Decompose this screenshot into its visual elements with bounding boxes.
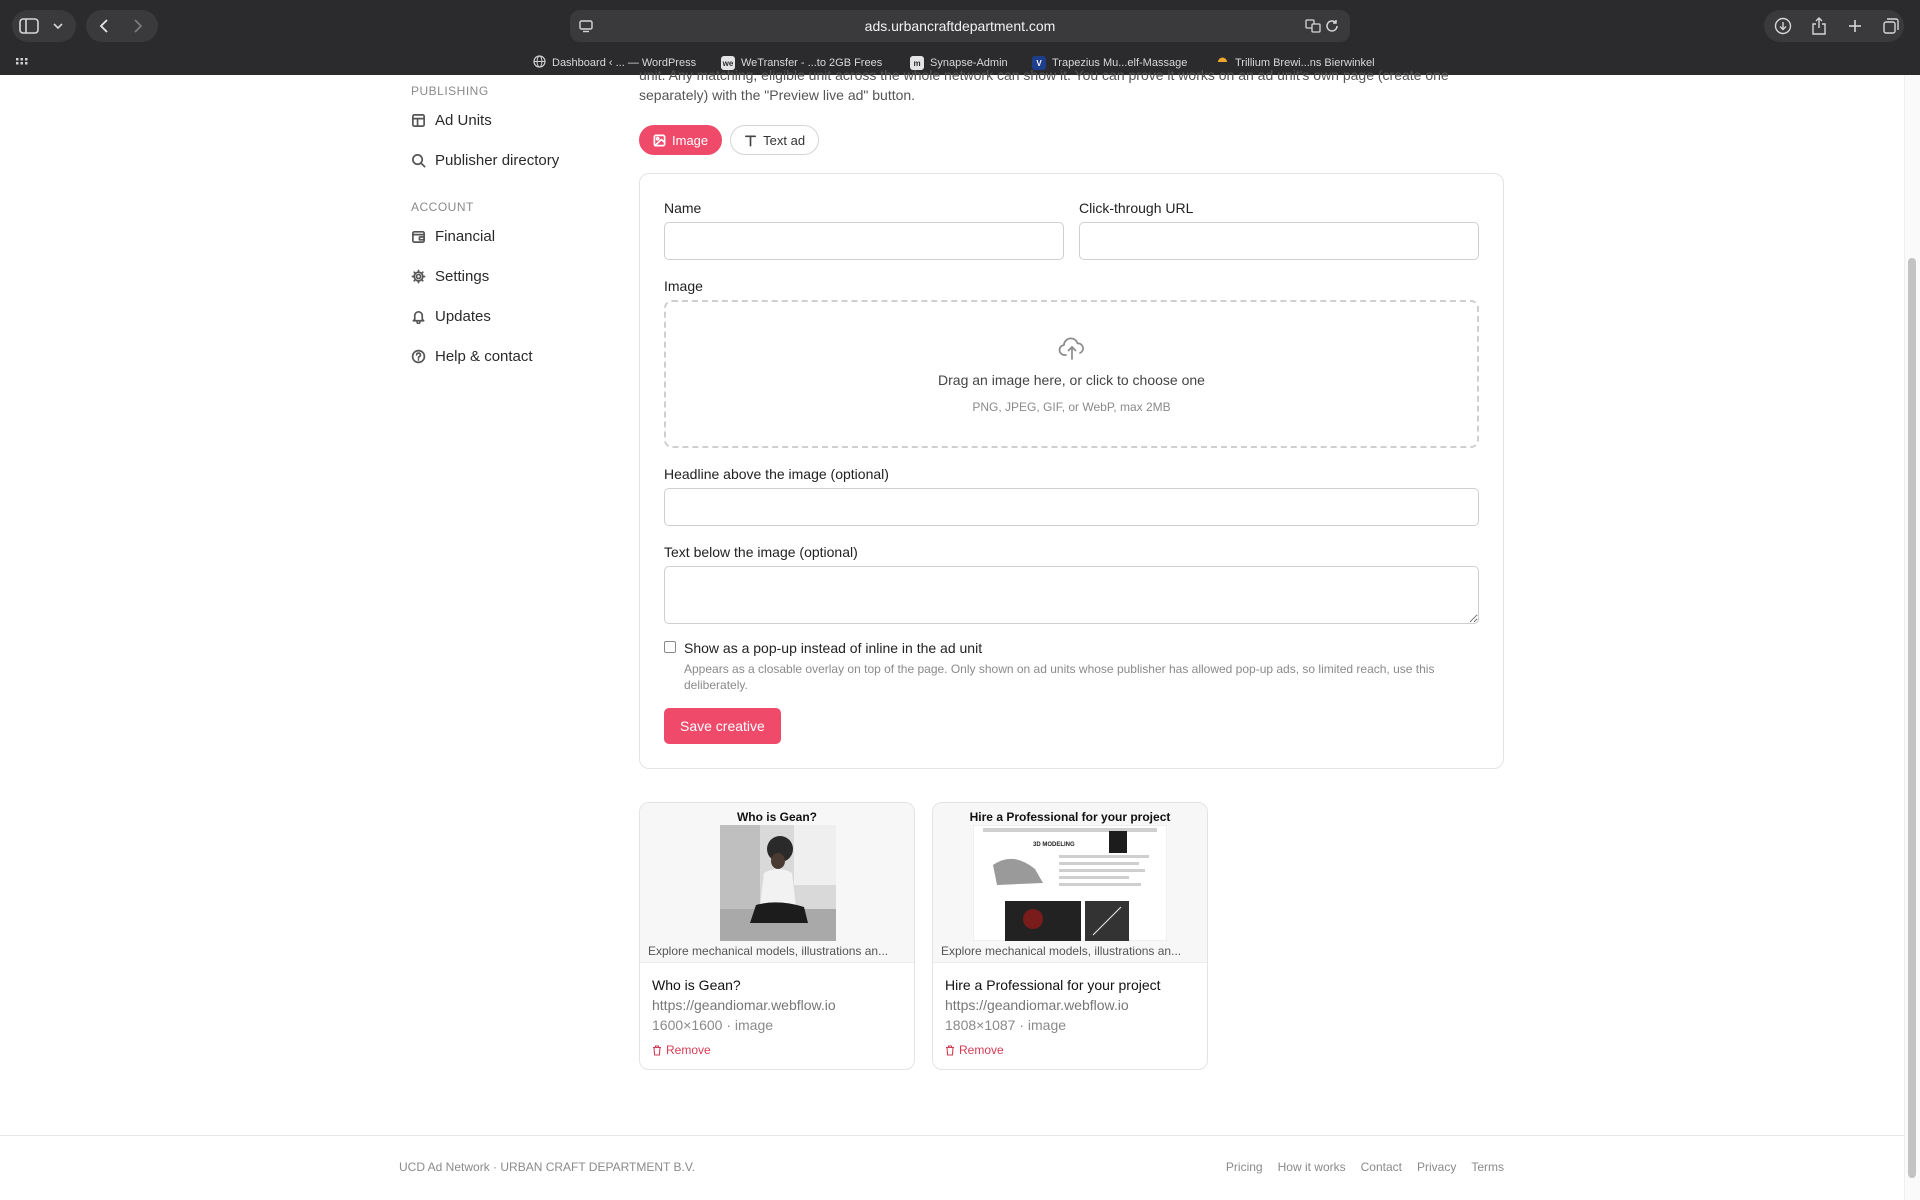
preview-headline: Who is Gean? <box>736 810 817 824</box>
new-tab-icon[interactable] <box>1844 15 1866 37</box>
remove-creative-button[interactable]: Remove <box>945 1043 1004 1057</box>
creative-preview: Who is Gean? Explore mechanical models, … <box>640 803 914 963</box>
dropzone-title: Drag an image here, or click to choose o… <box>938 372 1205 388</box>
remove-creative-button[interactable]: Remove <box>652 1043 711 1057</box>
sidebar-item-label: Help & contact <box>435 347 533 365</box>
creative-meta: 1600×1600 · image <box>652 1017 774 1033</box>
creative-title: Hire a Professional for your project <box>945 977 1161 993</box>
image-label: Image <box>664 278 703 294</box>
sidebar-item-ad-units[interactable]: Ad Units <box>411 108 492 132</box>
creative-url: https://geandiomar.webflow.io <box>652 997 836 1013</box>
dropzone-hint: PNG, JPEG, GIF, or WebP, max 2MB <box>972 400 1171 414</box>
footer-link-pricing[interactable]: Pricing <box>1226 1160 1263 1174</box>
intro-text: unit. Any matching, eligible unit across… <box>639 67 1449 103</box>
reload-icon[interactable] <box>1324 18 1340 34</box>
sidebar-item-updates[interactable]: Updates <box>411 304 491 328</box>
tab-label: Image <box>672 132 709 148</box>
trash-icon <box>653 1044 661 1056</box>
creative-type-tabs: Image Text ad <box>639 125 820 155</box>
translate-icon[interactable] <box>1304 18 1322 34</box>
text-below-textarea[interactable] <box>664 566 1479 624</box>
tab-image[interactable]: Image <box>639 125 723 155</box>
creative-photo <box>720 825 836 941</box>
creative-title: Who is Gean? <box>652 977 741 993</box>
globe-icon <box>533 55 546 71</box>
footer-divider <box>0 1135 1904 1136</box>
creative-card: Hire a Professional for your project 3D … <box>932 802 1208 1070</box>
footer-copyright: UCD Ad Network · URBAN CRAFT DEPARTMENT … <box>399 1160 696 1174</box>
headline-label: Headline above the image (optional) <box>664 466 889 482</box>
sidebar-item-label: Updates <box>435 307 491 325</box>
download-icon[interactable] <box>1772 15 1794 37</box>
sidebar-toggle-icon[interactable] <box>18 17 40 35</box>
grid-icon[interactable] <box>14 55 30 71</box>
forward-icon[interactable] <box>128 17 148 35</box>
sidebar-item-label: Settings <box>435 267 490 285</box>
browser-toolbar: ads.urbancraftdepartment.com <box>0 0 1920 52</box>
name-input[interactable] <box>664 222 1064 260</box>
sidebar-item-publisher-directory[interactable]: Publisher directory <box>411 148 559 172</box>
creative-meta: 1808×1087 · image <box>945 1017 1067 1033</box>
sidebar-item-settings[interactable]: Settings <box>411 264 489 288</box>
click-through-url-input[interactable] <box>1079 222 1479 260</box>
tab-text-ad[interactable]: Text ad <box>730 125 820 155</box>
preview-text: Explore mechanical models, illustrations… <box>941 944 1182 958</box>
save-creative-button[interactable]: Save creative <box>664 708 781 744</box>
browser-chrome: ads.urbancraftdepartment.com Dashboard ‹… <box>0 0 1920 75</box>
scrollbar-thumb[interactable] <box>1908 258 1916 1178</box>
footer-link-how-it-works[interactable]: How it works <box>1278 1160 1346 1174</box>
text-below-label: Text below the image (optional) <box>664 544 858 560</box>
name-label: Name <box>664 200 702 216</box>
popup-checkbox-label: Show as a pop-up instead of inline in th… <box>684 640 983 656</box>
image-dropzone[interactable]: Drag an image here, or click to choose o… <box>664 300 1479 448</box>
address-bar[interactable]: ads.urbancraftdepartment.com <box>570 10 1350 42</box>
search-icon <box>412 153 426 167</box>
remove-label: Remove <box>959 1043 1004 1057</box>
bell-icon <box>412 310 425 324</box>
creative-url: https://geandiomar.webflow.io <box>945 997 1129 1013</box>
footer-link-privacy[interactable]: Privacy <box>1417 1160 1456 1174</box>
footer-link-contact[interactable]: Contact <box>1361 1160 1402 1174</box>
creative-preview: Hire a Professional for your project 3D … <box>933 803 1207 963</box>
sidebar-heading-account: ACCOUNT <box>411 200 474 214</box>
creative-website-screenshot: 3D MODELING <box>973 825 1167 941</box>
wallet-icon <box>412 230 425 243</box>
back-icon[interactable] <box>94 17 114 35</box>
sidebar-item-label: Financial <box>435 227 496 245</box>
sidebar-item-label: Publisher directory <box>435 151 560 169</box>
upload-cloud-icon <box>1058 337 1084 360</box>
creative-form: Name Click-through URL Image Drag an ima… <box>639 173 1504 769</box>
popup-checkbox[interactable] <box>664 641 676 653</box>
sidebar-item-help-contact[interactable]: Help & contact <box>411 344 533 368</box>
image-icon <box>653 134 666 146</box>
preview-headline: Hire a Professional for your project <box>969 810 1171 824</box>
footer-link-terms[interactable]: Terms <box>1471 1160 1504 1174</box>
click-through-url-label: Click-through URL <box>1079 200 1194 216</box>
sidebar-item-label: Ad Units <box>435 111 492 129</box>
footer-links: Pricing How it works Contact Privacy Ter… <box>1226 1160 1504 1174</box>
preview-text: Explore mechanical models, illustrations… <box>648 944 889 958</box>
ad-units-icon <box>412 113 425 127</box>
popup-help-text: Appears as a closable overlay on top of … <box>684 662 1435 692</box>
help-icon <box>411 349 426 363</box>
sidebar-heading-publishing: PUBLISHING <box>411 84 489 98</box>
gear-icon <box>411 269 426 283</box>
tab-overview-icon[interactable] <box>1880 15 1902 37</box>
remove-label: Remove <box>666 1043 711 1057</box>
preview-image-heading: 3D MODELING <box>1033 842 1075 848</box>
headline-input[interactable] <box>664 488 1479 526</box>
sidebar-item-financial[interactable]: Financial <box>411 224 495 248</box>
creative-card: Who is Gean? Explore mechanical models, … <box>639 802 915 1070</box>
url-text: ads.urbancraftdepartment.com <box>864 18 1056 34</box>
share-icon[interactable] <box>1808 15 1830 37</box>
chevron-down-icon[interactable] <box>50 17 66 35</box>
tab-label: Text ad <box>763 132 806 148</box>
trash-icon <box>946 1044 954 1056</box>
text-icon <box>745 134 757 146</box>
